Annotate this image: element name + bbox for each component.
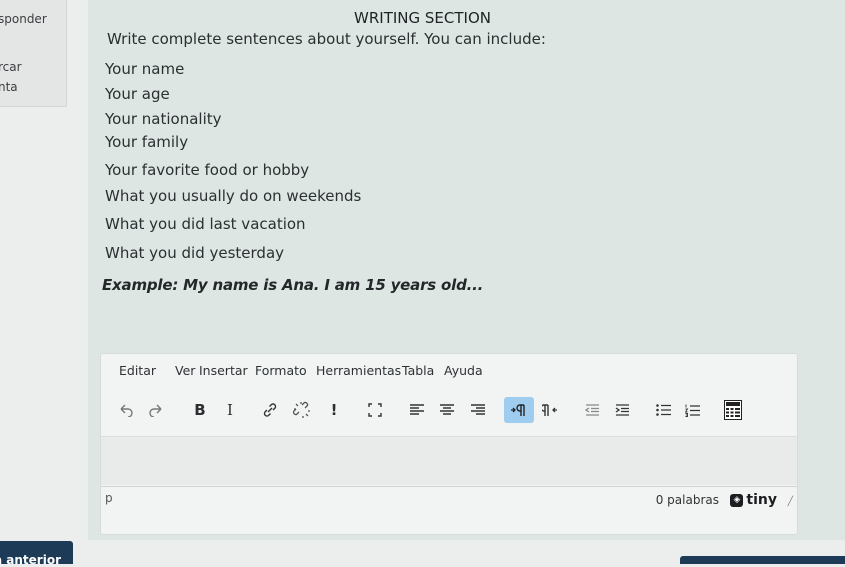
list-item: What you usually do on weekends [105,187,362,205]
list-item: Your age [105,85,170,103]
editor-statusbar: p 0 palabras ◈ tiny ╱ [101,486,797,517]
left-panel-item-mark[interactable]: rcar [0,60,22,74]
undo-button[interactable] [115,397,137,423]
indent-button[interactable] [611,397,633,423]
menu-edit[interactable]: Editar [119,363,156,378]
bullet-list-icon [655,404,671,416]
bold-button[interactable]: B [189,397,211,423]
list-item: What you did last vacation [105,215,306,233]
resize-handle-icon[interactable]: ╱ [788,497,793,507]
numbered-list-button[interactable] [681,397,703,423]
next-page-button[interactable] [680,556,845,564]
link-icon [263,403,277,417]
menu-view[interactable]: Ver [175,363,195,378]
outdent-icon [584,404,599,416]
word-count[interactable]: 0 palabras [656,493,719,507]
section-title: WRITING SECTION [354,9,491,27]
menu-insert[interactable]: Insertar [199,363,248,378]
align-left-icon [410,404,424,415]
tiny-logo-icon: ◈ [730,493,744,507]
list-item: Your nationality [105,110,222,128]
section-intro: Write complete sentences about yourself.… [107,30,546,48]
align-right-icon [471,404,485,415]
unlink-icon [293,401,310,418]
previous-page-label: a anterior [0,553,61,567]
editor-content-area[interactable] [101,436,797,485]
unlink-button[interactable] [291,397,313,423]
indent-icon [615,404,629,416]
calculator-button[interactable] [721,397,745,423]
align-right-button[interactable] [467,397,489,423]
alert-button[interactable]: ! [323,397,345,423]
redo-button[interactable] [145,397,167,423]
previous-page-button[interactable]: a anterior [0,541,73,567]
menu-tools[interactable]: Herramientas [316,363,401,378]
list-item: Your name [105,60,185,78]
rich-text-editor: Editar Ver Insertar Formato Herramientas… [100,353,798,535]
tiny-brand-label: tiny [746,492,777,508]
calculator-icon [724,400,742,420]
menu-table[interactable]: Tabla [402,363,434,378]
align-center-icon [440,404,454,415]
redo-icon [149,404,162,417]
tiny-brand-link[interactable]: ◈ tiny [730,492,777,508]
outdent-button[interactable] [581,397,603,423]
menu-help[interactable]: Ayuda [444,363,483,378]
ltr-icon [511,404,525,416]
italic-button[interactable]: I [219,397,241,423]
editor-toolbar: B I ! [101,397,797,431]
ltr-direction-button[interactable] [504,397,534,423]
list-item: Your family [105,133,189,151]
undo-icon [120,404,133,417]
list-item: What you did yesterday [105,244,285,262]
link-button[interactable] [259,397,281,423]
rtl-icon [542,404,557,416]
numbered-list-icon [684,404,700,417]
bullet-list-button[interactable] [652,397,674,423]
fullscreen-button[interactable] [364,397,386,423]
align-center-button[interactable] [436,397,458,423]
example-text: Example: My name is Ana. I am 15 years o… [102,276,484,294]
align-left-button[interactable] [406,397,428,423]
element-path[interactable]: p [105,491,113,505]
left-panel-item-question[interactable]: nta [0,80,18,94]
rtl-direction-button[interactable] [539,397,563,423]
fullscreen-icon [368,403,382,417]
list-item: Your favorite food or hobby [105,161,310,179]
menu-format[interactable]: Formato [255,363,307,378]
